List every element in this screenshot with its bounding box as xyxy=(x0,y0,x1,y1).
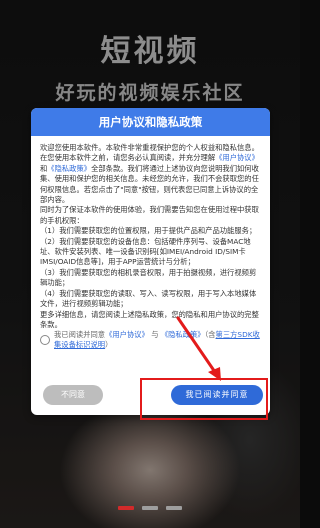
disagree-button[interactable]: 不同意 xyxy=(43,385,103,405)
dialog-body[interactable]: 欢迎您使用本软件。本软件非常重视保护您的个人权益和隐私信息。 在您使用本软件之前… xyxy=(31,136,270,330)
consent-suffix: （含 xyxy=(204,330,216,339)
highlight-box xyxy=(140,378,268,420)
permission-item-camera: （3）我们需要获取您的相机录音权限，用于拍摄视频，进行视频剪辑功能； xyxy=(40,267,257,288)
intro-paragraph: 欢迎您使用本软件。本软件非常重视保护您的个人权益和隐私信息。 在您使用本软件之前… xyxy=(40,143,262,205)
consent-text: 我已阅读并同意《用户协议》 与 《隐私政策》（含第三方SDK收集设备标识说明） xyxy=(54,330,265,351)
privacy-policy-link[interactable]: 《隐私政策》 xyxy=(47,164,91,173)
consent-prefix: 我已阅读并同意 xyxy=(54,330,106,339)
consent-close: ） xyxy=(105,340,113,350)
consent-user-agreement-link[interactable]: 《用户协议》 xyxy=(105,330,149,339)
page-dot xyxy=(142,506,158,510)
permission-item-device: （2）我们需要获取您的设备信息：包括硬件序列号、设备MAC地址、软件安装列表、唯… xyxy=(40,236,251,267)
consent-and: 与 xyxy=(151,330,159,339)
consent-row[interactable]: 我已阅读并同意《用户协议》 与 《隐私政策》（含第三方SDK收集设备标识说明） xyxy=(40,330,265,351)
permission-item-storage: （4）我们需要获取您的读取、写入、读写权限，用于写入本地媒体文件，进行视频剪辑功… xyxy=(40,288,257,309)
page-dot xyxy=(166,506,182,510)
consent-privacy-policy-link[interactable]: 《隐私政策》 xyxy=(161,330,205,339)
dialog-title: 用户协议和隐私政策 xyxy=(31,108,270,136)
more-info-text: 更多详细信息，请您阅读上述隐私政策，您的隐私和用户协议的完整条款。 xyxy=(40,309,259,329)
consent-radio[interactable] xyxy=(40,335,50,345)
page-dot-active xyxy=(118,506,134,510)
page-indicator xyxy=(0,506,300,510)
user-agreement-link[interactable]: 《用户协议》 xyxy=(215,153,259,162)
permission-item-location: （1）我们需要获取您的位置权限，用于提供产品和产品功能服务； xyxy=(40,226,257,236)
permissions-intro: 同时为了保证本软件的使用体验，我们需要告知您在使用过程中获取的手机权限： xyxy=(40,205,259,225)
privacy-dialog: 用户协议和隐私政策 欢迎您使用本软件。本软件非常重视保护您的个人权益和隐私信息。… xyxy=(31,108,270,415)
